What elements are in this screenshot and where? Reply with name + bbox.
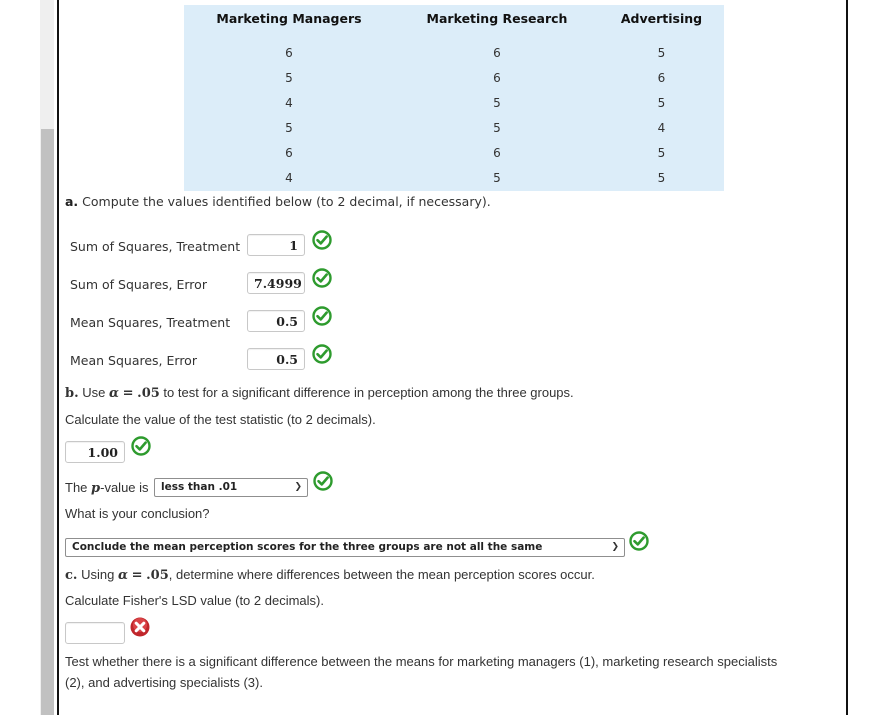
content-border-left xyxy=(57,0,59,715)
part-a-prefix: a. xyxy=(65,194,79,209)
part-a-text: Compute the values identified below (to … xyxy=(82,194,491,209)
part-b-prefix: b. xyxy=(65,386,79,401)
alpha-value: .05 xyxy=(137,386,160,401)
table-cell: 5 xyxy=(493,121,501,135)
column-header: Marketing Research xyxy=(426,11,568,26)
chevron-down-icon: ❯ xyxy=(294,482,302,492)
table-cell: 6 xyxy=(657,71,666,85)
column-header: Advertising xyxy=(620,11,703,26)
table-cell: 6 xyxy=(285,46,293,60)
table-cell: 5 xyxy=(493,171,501,185)
ss-error-label: Sum of Squares, Error xyxy=(70,277,207,292)
table-cell: 5 xyxy=(493,96,501,110)
column-advertising: Advertising 5 6 5 4 5 5 xyxy=(604,5,719,191)
pvalue-select[interactable]: less than .01 ❯ xyxy=(154,478,308,497)
table-cell: 6 xyxy=(493,46,501,60)
conclusion-prompt: What is your conclusion? xyxy=(65,506,210,521)
pvalue-prefix: The xyxy=(65,480,88,495)
ss-treatment-label: Sum of Squares, Treatment xyxy=(70,239,241,254)
table-cell: 5 xyxy=(285,71,293,85)
part-b-text: to test for a significant difference in … xyxy=(163,385,574,400)
pvalue-label: The p-value is xyxy=(65,480,149,496)
ms-treatment-label: Mean Squares, Treatment xyxy=(70,315,231,330)
ss-treatment-input[interactable]: 1 xyxy=(247,234,305,256)
check-icon xyxy=(629,531,649,551)
part-c-instruction: c. Using α = .05, determine where differ… xyxy=(65,567,595,583)
pvalue-selected: less than .01 xyxy=(161,481,238,493)
check-icon xyxy=(312,230,332,250)
data-table: Marketing Managers 6 5 4 5 6 4 Marketing… xyxy=(184,5,724,191)
check-icon xyxy=(312,344,332,364)
lsd-prompt: Calculate Fisher's LSD value (to 2 decim… xyxy=(65,593,324,608)
table-cell: 5 xyxy=(657,46,666,60)
check-icon xyxy=(312,268,332,288)
test-text-line1: Test whether there is a significant diff… xyxy=(65,654,778,669)
table-cell: 5 xyxy=(285,121,293,135)
conclusion-select[interactable]: Conclude the mean perception scores for … xyxy=(65,538,625,557)
error-x-icon xyxy=(130,617,150,637)
part-b-use: Use xyxy=(82,385,106,400)
test-text-line2: (2), and advertising specialists (3). xyxy=(65,675,263,690)
check-icon xyxy=(313,471,333,491)
check-icon xyxy=(131,436,151,456)
part-c-using: Using xyxy=(81,567,115,582)
ms-error-label: Mean Squares, Error xyxy=(70,353,197,368)
test-stat-input[interactable]: 1.00 xyxy=(65,441,125,463)
test-stat-prompt: Calculate the value of the test statisti… xyxy=(65,412,376,427)
equals-sign: = xyxy=(122,386,134,401)
conclusion-selected: Conclude the mean perception scores for … xyxy=(72,541,543,553)
column-header: Marketing Managers xyxy=(216,11,362,26)
table-cell: 4 xyxy=(285,96,293,110)
column-marketing-managers: Marketing Managers 6 5 4 5 6 4 xyxy=(214,5,364,191)
part-c-prefix: c. xyxy=(65,568,78,583)
table-cell: 6 xyxy=(285,146,293,160)
table-cell: 4 xyxy=(285,171,293,185)
equals-sign: = xyxy=(131,568,143,583)
part-b-instruction: b. Use α = .05 to test for a significant… xyxy=(65,385,574,401)
ss-error-input[interactable]: 7.4999 xyxy=(247,272,305,294)
ms-error-input[interactable]: 0.5 xyxy=(247,348,305,370)
check-icon xyxy=(312,306,332,326)
table-cell: 5 xyxy=(657,171,666,185)
chevron-down-icon: ❯ xyxy=(611,542,619,552)
pvalue-suffix: -value is xyxy=(100,480,149,495)
part-a-instruction: a. Compute the values identified below (… xyxy=(65,194,491,209)
table-cell: 5 xyxy=(657,96,666,110)
alpha-symbol: α xyxy=(109,386,120,401)
column-marketing-research: Marketing Research 6 6 5 5 6 5 xyxy=(422,5,572,191)
table-cell: 6 xyxy=(493,71,501,85)
scrollbar-thumb[interactable] xyxy=(41,129,54,715)
lsd-input[interactable] xyxy=(65,622,125,644)
table-cell: 4 xyxy=(657,121,666,135)
alpha-symbol: α xyxy=(117,568,128,583)
part-c-text: , determine where differences between th… xyxy=(168,567,595,582)
p-symbol: p xyxy=(91,481,101,496)
ms-treatment-input[interactable]: 0.5 xyxy=(247,310,305,332)
alpha-value: .05 xyxy=(146,568,169,583)
table-cell: 5 xyxy=(657,146,666,160)
content-border-right xyxy=(846,0,848,715)
table-cell: 6 xyxy=(493,146,501,160)
